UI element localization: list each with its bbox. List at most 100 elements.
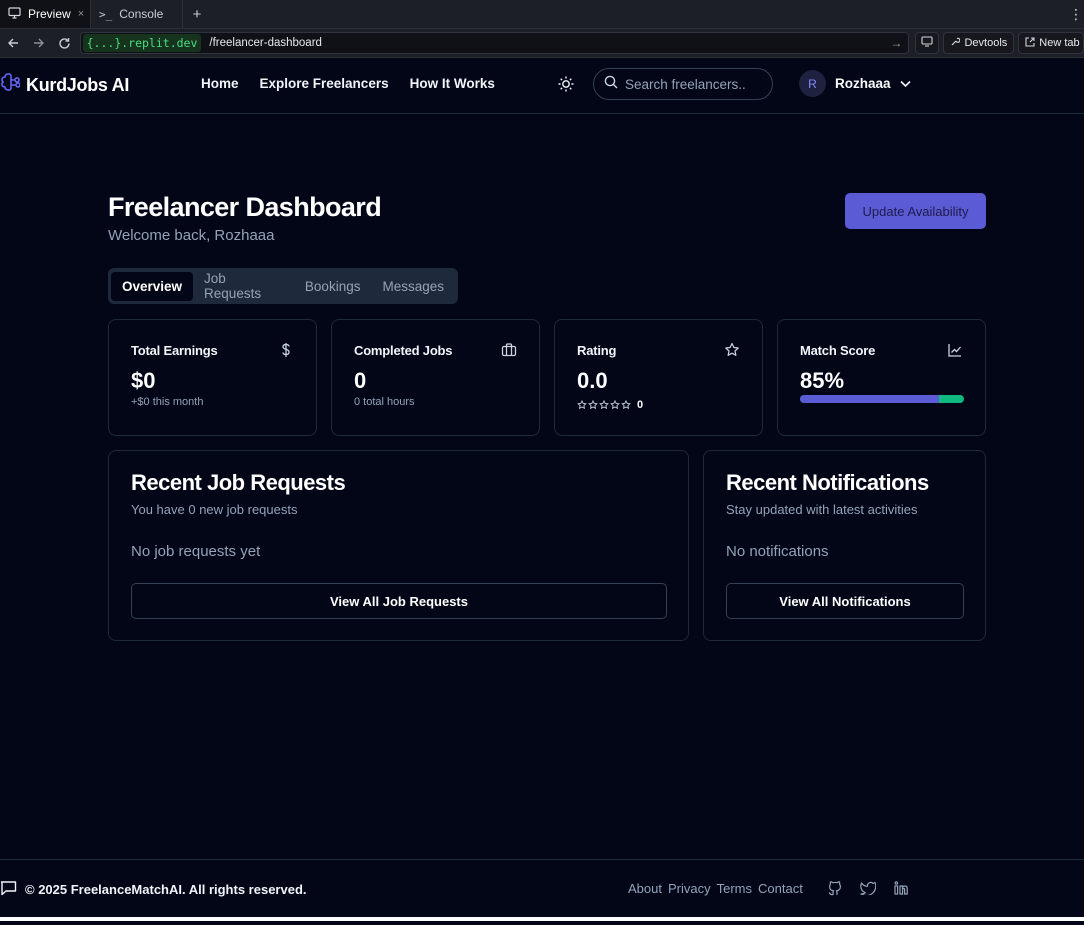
match-score-progress-fill (800, 395, 940, 403)
footer-link-privacy[interactable]: Privacy (668, 881, 711, 896)
search-box[interactable] (593, 68, 773, 100)
line-chart-icon (947, 342, 963, 358)
empty-star-icon (577, 400, 587, 410)
footer-link-about[interactable]: About (628, 881, 662, 896)
more-menu-icon[interactable]: ⋮ (1068, 0, 1084, 28)
nav-explore-freelancers-link[interactable]: Explore Freelancers (260, 76, 389, 91)
recent-job-requests-panel: Recent Job Requests You have 0 new job r… (108, 450, 689, 641)
match-score-card: Match Score 85% (777, 319, 986, 436)
sun-icon (557, 76, 575, 97)
app-viewport: KurdJobs AI Home Explore Freelancers How… (0, 59, 1084, 925)
dollar-icon (278, 342, 294, 358)
username: Rozhaaa (835, 76, 891, 91)
reload-icon[interactable] (52, 37, 78, 50)
go-arrow-icon[interactable]: → (890, 36, 902, 50)
empty-star-icon (588, 400, 598, 410)
browser-url-bar: {...}.replit.dev /freelancer-dashboard →… (0, 29, 1084, 58)
brand-name: KurdJobs AI (26, 75, 130, 95)
theme-toggle-button[interactable] (557, 75, 575, 93)
total-earnings-card: Total Earnings $0 +$0 this month (108, 319, 317, 436)
search-icon (604, 75, 618, 94)
welcome-message: Welcome back, Rozhaaa (108, 227, 275, 244)
footer-link-contact[interactable]: Contact (758, 881, 803, 896)
tab-console[interactable]: >_ Console (91, 0, 183, 28)
chat-bubble-icon (0, 880, 17, 899)
avatar: R (799, 70, 826, 97)
nav-home-link[interactable]: Home (201, 76, 239, 91)
empty-state-text: No notifications (726, 543, 829, 560)
back-arrow-icon[interactable] (0, 37, 26, 49)
completed-jobs-card: Completed Jobs 0 0 total hours (331, 319, 540, 436)
empty-star-icon (610, 400, 620, 410)
device-preview-button[interactable] (915, 32, 940, 54)
terminal-icon: >_ (99, 7, 113, 21)
tab-console-label: Console (119, 7, 164, 21)
linkedin-icon[interactable] (894, 881, 908, 901)
twitter-icon[interactable] (860, 881, 877, 901)
nav-how-it-works-link[interactable]: How It Works (410, 76, 495, 91)
open-new-tab-button[interactable]: New tab (1018, 32, 1084, 54)
copyright-text: © 2025 FreelanceMatchAI. All rights rese… (25, 882, 307, 897)
site-footer: © 2025 FreelanceMatchAI. All rights rese… (0, 859, 1084, 917)
copyright: © 2025 FreelanceMatchAI. All rights rese… (0, 880, 307, 899)
chevron-down-icon (899, 75, 911, 93)
review-count: 0 (637, 399, 644, 411)
devtools-button[interactable]: Devtools (943, 32, 1015, 54)
stat-label: Match Score (800, 343, 876, 358)
briefcase-icon (501, 342, 517, 358)
monitor-icon (8, 6, 21, 22)
page-title: Freelancer Dashboard (108, 192, 382, 222)
total-hours-subtext: 0 total hours (354, 396, 415, 408)
brand-logo[interactable]: KurdJobs AI (0, 72, 129, 99)
empty-star-icon (599, 400, 609, 410)
dashboard-tabs: Overview Job Requests Bookings Messages (108, 268, 458, 304)
new-tab-button[interactable]: + (183, 0, 211, 28)
main-nav: Home Explore Freelancers How It Works (201, 76, 495, 91)
tab-preview-label: Preview (28, 7, 71, 21)
footer-links: About Privacy Terms Contact (628, 881, 803, 896)
panel-title: Recent Job Requests (131, 470, 346, 495)
screen-icon (921, 36, 934, 50)
external-link-icon (1025, 36, 1035, 50)
panel-subtitle: Stay updated with latest activities (726, 502, 918, 517)
window-bottom-edge (0, 921, 1084, 925)
newtab-label: New tab (1039, 37, 1080, 49)
social-links (828, 881, 908, 901)
tab-overview[interactable]: Overview (111, 271, 194, 301)
earnings-value: $0 (131, 368, 156, 393)
forward-arrow-icon[interactable] (26, 37, 52, 49)
empty-star-icon (621, 400, 631, 410)
earnings-subtext: +$0 this month (131, 396, 204, 408)
browser-tab-bar: Preview × >_ Console + ⋮ (0, 0, 1084, 29)
wrench-icon (950, 37, 961, 50)
tab-job-requests[interactable]: Job Requests (193, 271, 294, 301)
panel-subtitle: You have 0 new job requests (131, 502, 298, 517)
domain-chip: {...}.replit.dev (82, 34, 202, 52)
view-all-notifications-button[interactable]: View All Notifications (726, 583, 964, 619)
address-bar[interactable]: {...}.replit.dev /freelancer-dashboard → (79, 32, 910, 54)
recent-notifications-panel: Recent Notifications Stay updated with l… (703, 450, 986, 641)
site-header: KurdJobs AI Home Explore Freelancers How… (0, 59, 1084, 114)
user-menu[interactable]: R Rozhaaa (799, 70, 911, 97)
tab-messages[interactable]: Messages (371, 272, 455, 301)
stat-label: Total Earnings (131, 343, 218, 358)
footer-link-terms[interactable]: Terms (717, 881, 752, 896)
stat-label: Completed Jobs (354, 343, 453, 358)
star-icon (724, 342, 740, 358)
match-score-progress (800, 395, 964, 403)
rating-card: Rating 0.0 0 (554, 319, 763, 436)
completed-jobs-value: 0 (354, 368, 367, 393)
tab-bookings[interactable]: Bookings (294, 272, 372, 301)
brain-icon (0, 72, 21, 99)
url-path: /freelancer-dashboard (209, 37, 322, 49)
star-rating: 0 (577, 399, 643, 411)
search-input[interactable] (625, 76, 765, 92)
match-score-value: 85% (800, 368, 845, 393)
tab-preview[interactable]: Preview × (0, 0, 91, 28)
devtools-label: Devtools (964, 37, 1008, 49)
empty-state-text: No job requests yet (131, 543, 261, 560)
view-all-job-requests-button[interactable]: View All Job Requests (131, 583, 667, 619)
close-icon[interactable]: × (78, 8, 84, 20)
github-icon[interactable] (828, 881, 842, 901)
update-availability-button[interactable]: Update Availability (845, 193, 986, 229)
